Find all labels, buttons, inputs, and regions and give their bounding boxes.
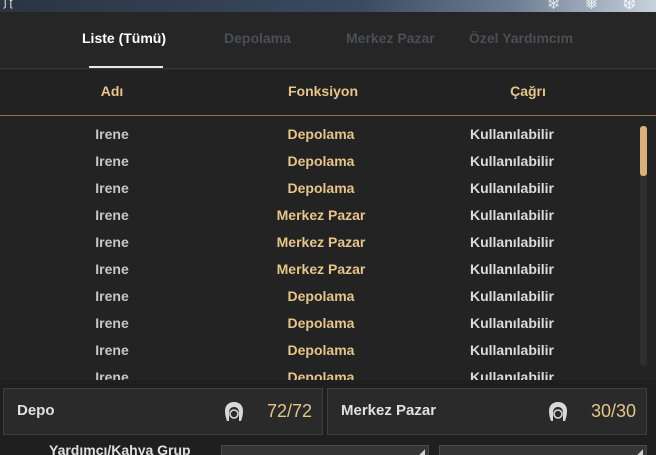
row-name: Irene xyxy=(95,180,129,196)
tab-central-market[interactable]: Merkez Pazar xyxy=(346,30,435,46)
row-name: Irene xyxy=(95,288,129,304)
table-row[interactable]: Irene Depolama Kullanılabilir xyxy=(0,117,640,144)
tab-bar: Liste (Tümü) Depolama Merkez Pazar Özel … xyxy=(0,12,656,69)
row-function: Merkez Pazar xyxy=(276,234,366,250)
column-header-name[interactable]: Adı xyxy=(101,83,124,99)
market-label: Merkez Pazar xyxy=(341,402,437,419)
table-header: Adı Fonksiyon Çağrı xyxy=(0,70,656,116)
table-row[interactable]: Irene Depolama Kullanılabilir xyxy=(0,360,640,380)
row-name: Irene xyxy=(95,315,129,331)
column-header-function[interactable]: Fonksiyon xyxy=(288,83,358,99)
dropdown-arrow-icon: ◢ xyxy=(636,447,643,455)
row-call-status: Kullanılabilir xyxy=(469,126,555,142)
list-scrollbar-thumb[interactable] xyxy=(640,126,647,176)
row-call-status: Kullanılabilir xyxy=(469,288,555,304)
helper-list: Irene Depolama Kullanılabilir Irene Depo… xyxy=(0,117,656,380)
row-call-status: Kullanılabilir xyxy=(469,369,555,380)
storage-label: Depo xyxy=(17,402,55,419)
helper-group-label: Yardımcı/Kahya Grup xyxy=(49,442,191,455)
row-call-status: Kullanılabilir xyxy=(469,180,555,196)
row-function: Merkez Pazar xyxy=(276,261,366,277)
table-row[interactable]: Irene Merkez Pazar Kullanılabilir xyxy=(0,198,640,225)
tab-private-helper[interactable]: Özel Yardımcım xyxy=(469,30,573,46)
table-row[interactable]: Irene Depolama Kullanılabilir xyxy=(0,306,640,333)
row-name: Irene xyxy=(95,342,129,358)
table-row[interactable]: Irene Merkez Pazar Kullanılabilir xyxy=(0,252,640,279)
table-row[interactable]: Irene Merkez Pazar Kullanılabilir xyxy=(0,225,640,252)
market-count: 30/30 xyxy=(590,401,636,421)
butler-group-dropdown[interactable]: ◢ xyxy=(439,445,647,455)
table-row[interactable]: Irene Depolama Kullanılabilir xyxy=(0,144,640,171)
row-function: Depolama xyxy=(287,315,355,331)
row-call-status: Kullanılabilir xyxy=(469,315,555,331)
row-name: Irene xyxy=(95,234,129,250)
tab-storage[interactable]: Depolama xyxy=(224,30,291,46)
table-row[interactable]: Irene Depolama Kullanılabilir xyxy=(0,171,640,198)
maid-head-icon xyxy=(549,402,567,421)
row-function: Depolama xyxy=(287,342,355,358)
row-name: Irene xyxy=(95,153,129,169)
row-name: Irene xyxy=(95,207,129,223)
row-call-status: Kullanılabilir xyxy=(469,261,555,277)
row-call-status: Kullanılabilir xyxy=(469,207,555,223)
row-call-status: Kullanılabilir xyxy=(469,342,555,358)
helper-group-dropdown[interactable]: ◢ xyxy=(221,445,429,455)
row-call-status: Kullanılabilir xyxy=(469,234,555,250)
table-row[interactable]: Irene Depolama Kullanılabilir xyxy=(0,279,640,306)
row-name: Irene xyxy=(95,261,129,277)
market-capacity-box: Merkez Pazar 30/30 xyxy=(327,388,647,435)
row-name: Irene xyxy=(95,126,129,142)
row-function: Depolama xyxy=(287,180,355,196)
row-function: Merkez Pazar xyxy=(276,207,366,223)
window-title-strip: ʃ ʈ ❄ ❅ ❆ xyxy=(0,0,656,13)
active-tab-underline xyxy=(89,66,163,68)
row-call-status: Kullanılabilir xyxy=(469,153,555,169)
row-function: Depolama xyxy=(287,126,355,142)
storage-capacity-box: Depo 72/72 xyxy=(3,388,323,435)
table-row[interactable]: Irene Depolama Kullanılabilir xyxy=(0,333,640,360)
row-function: Depolama xyxy=(287,288,355,304)
column-header-call[interactable]: Çağrı xyxy=(510,83,546,99)
maid-head-icon xyxy=(225,402,243,421)
tab-list-all[interactable]: Liste (Tümü) xyxy=(82,30,166,46)
row-name: Irene xyxy=(95,369,129,380)
row-function: Depolama xyxy=(287,153,355,169)
dropdown-arrow-icon: ◢ xyxy=(418,447,425,455)
corner-glyph: ʃ ʈ xyxy=(4,0,13,9)
storage-count: 72/72 xyxy=(266,401,312,421)
row-function: Depolama xyxy=(287,369,355,380)
